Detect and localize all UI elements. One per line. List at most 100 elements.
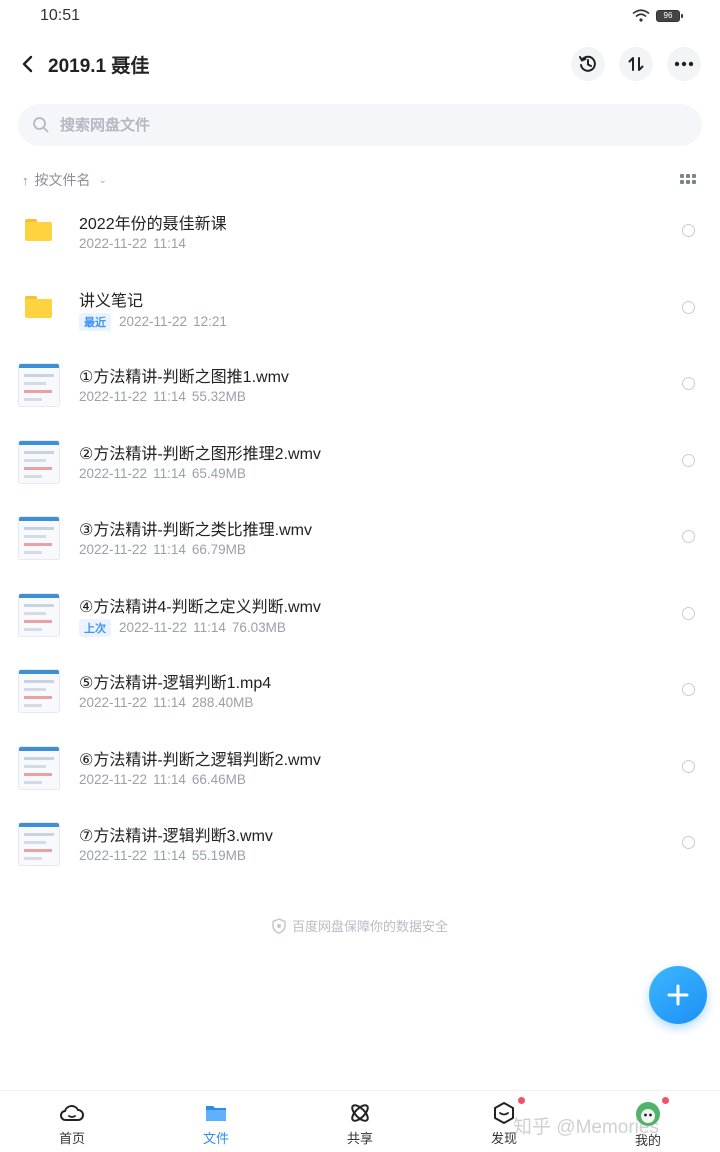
- file-time: 11:14: [153, 542, 186, 557]
- battery-icon: 96: [656, 9, 683, 22]
- file-meta: 最近 2022-11-22 12:21: [79, 312, 227, 331]
- sort-up-arrow-icon: ↑: [22, 172, 29, 188]
- recent-tag: 最近: [79, 312, 111, 331]
- grid-view-icon: [680, 174, 684, 178]
- search-box[interactable]: [18, 104, 702, 146]
- tab-home[interactable]: 首页: [32, 1101, 112, 1147]
- status-icons: 96: [632, 9, 683, 22]
- file-date: 2022-11-22: [79, 771, 148, 787]
- video-thumbnail: [18, 822, 60, 866]
- list-item[interactable]: 讲义笔记 最近 2022-11-22 12:21: [0, 271, 720, 348]
- history-button[interactable]: [571, 47, 605, 81]
- file-name: ⑦方法精讲-逻辑判断3.wmv: [79, 828, 273, 845]
- select-checkbox[interactable]: [682, 224, 695, 237]
- select-checkbox[interactable]: [682, 759, 695, 773]
- file-date: 2022-11-22: [79, 542, 148, 557]
- file-time: 11:14: [193, 620, 226, 635]
- file-time: 11:14: [153, 771, 186, 787]
- tab-files[interactable]: 文件: [176, 1101, 256, 1147]
- select-checkbox[interactable]: [682, 606, 695, 620]
- plus-icon: [667, 984, 689, 1006]
- folder-icon: [25, 295, 52, 318]
- tab-label: 共享: [346, 1131, 373, 1146]
- status-time: 10:51: [40, 7, 81, 24]
- file-name: ①方法精讲-判断之图推1.wmv: [79, 369, 289, 386]
- select-checkbox[interactable]: [682, 530, 695, 543]
- file-meta: 2022-11-22 11:14 65.49MB: [79, 466, 246, 481]
- share-icon: [351, 1104, 369, 1122]
- add-button[interactable]: [649, 966, 707, 1024]
- search-input[interactable]: [60, 104, 660, 146]
- video-thumbnail: [18, 669, 60, 713]
- list-item[interactable]: ⑦方法精讲-逻辑判断3.wmv 2022-11-22 11:14 55.19MB: [0, 806, 720, 883]
- file-time: 12:21: [193, 314, 227, 329]
- file-time: 11:14: [153, 695, 186, 710]
- file-meta: 2022-11-22 11:14: [79, 236, 186, 251]
- file-size: 55.19MB: [191, 848, 246, 863]
- file-name: ③方法精讲-判断之类比推理.wmv: [79, 522, 313, 539]
- file-name: 讲义笔记: [79, 292, 144, 310]
- more-dots-icon: [674, 61, 694, 67]
- video-thumbnail: [18, 516, 60, 560]
- file-date: 2022-11-22: [79, 695, 148, 710]
- list-item[interactable]: ③方法精讲-判断之类比推理.wmv 2022-11-22 11:14 66.79…: [0, 500, 720, 577]
- more-button[interactable]: [667, 47, 701, 81]
- list-item[interactable]: ⑥方法精讲-判断之逻辑判断2.wmv 2022-11-22 11:14 66.4…: [0, 730, 720, 807]
- tab-share[interactable]: 共享: [320, 1101, 400, 1147]
- file-date: 2022-11-22: [79, 236, 148, 251]
- file-meta: 2022-11-22 11:14 55.19MB: [79, 848, 246, 863]
- file-date: 2022-11-22: [79, 389, 148, 404]
- folder-icon: [25, 219, 52, 241]
- chevron-left-icon: [22, 55, 33, 73]
- shield-icon: [272, 917, 286, 934]
- sort-label: 按文件名: [34, 172, 91, 188]
- notification-dot: [662, 1097, 669, 1104]
- watermark: 知乎 @Memories: [513, 1117, 659, 1138]
- list-item[interactable]: ④方法精讲4-判断之定义判断.wmv 上次 2022-11-22 11:14 7…: [0, 577, 720, 654]
- sort-arrows-icon: [628, 57, 644, 71]
- file-size: 66.46MB: [191, 771, 246, 787]
- back-button[interactable]: [14, 50, 42, 78]
- file-time: 11:14: [153, 465, 186, 481]
- file-name: ⑤方法精讲-逻辑判断1.mp4: [79, 675, 272, 692]
- file-size: 76.03MB: [231, 620, 286, 635]
- file-meta: 2022-11-22 11:14 66.46MB: [79, 772, 246, 787]
- list-item[interactable]: ②方法精讲-判断之图形推理2.wmv 2022-11-22 11:14 65.4…: [0, 424, 720, 501]
- select-checkbox[interactable]: [682, 453, 695, 467]
- file-size: 288.40MB: [191, 695, 254, 710]
- file-time: 11:14: [153, 236, 186, 251]
- wifi-icon: [632, 9, 650, 22]
- select-checkbox[interactable]: [682, 683, 695, 696]
- grid-view-button[interactable]: [680, 174, 696, 186]
- tab-label: 文件: [202, 1131, 229, 1146]
- file-date: 2022-11-22: [79, 465, 148, 481]
- status-bar: 10:51 96: [0, 0, 720, 36]
- select-checkbox[interactable]: [682, 300, 695, 314]
- file-size: 55.32MB: [191, 389, 246, 404]
- notification-dot: [518, 1097, 525, 1104]
- file-meta: 2022-11-22 11:14 288.40MB: [79, 695, 253, 710]
- last-viewed-tag: 上次: [79, 618, 111, 637]
- select-checkbox[interactable]: [682, 377, 695, 390]
- sort-order-button[interactable]: [619, 47, 653, 81]
- sort-selector[interactable]: ↑ 按文件名 ⌄: [22, 170, 107, 190]
- file-date: 2022-11-22: [119, 620, 188, 635]
- page-title: 2019.1 聂佳: [48, 56, 150, 77]
- security-note-text: 百度网盘保障你的数据安全: [291, 919, 448, 934]
- video-thumbnail: [18, 363, 60, 407]
- file-list: 2022年份的聂佳新课 2022-11-22 11:14 讲义笔记 最近 202…: [0, 194, 720, 883]
- list-item[interactable]: 2022年份的聂佳新课 2022-11-22 11:14: [0, 194, 720, 271]
- file-name: ⑥方法精讲-判断之逻辑判断2.wmv: [79, 751, 321, 769]
- video-thumbnail: [18, 745, 60, 790]
- chevron-down-icon: ⌄: [98, 174, 107, 186]
- file-name: ②方法精讲-判断之图形推理2.wmv: [79, 445, 321, 463]
- file-name: 2022年份的聂佳新课: [79, 216, 227, 233]
- list-item[interactable]: ①方法精讲-判断之图推1.wmv 2022-11-22 11:14 55.32M…: [0, 347, 720, 424]
- video-thumbnail: [18, 592, 60, 637]
- list-item[interactable]: ⑤方法精讲-逻辑判断1.mp4 2022-11-22 11:14 288.40M…: [0, 653, 720, 730]
- security-note: 百度网盘保障你的数据安全: [0, 916, 720, 935]
- file-date: 2022-11-22: [79, 848, 148, 863]
- select-checkbox[interactable]: [682, 836, 695, 849]
- folder-icon: [206, 1106, 226, 1121]
- file-meta: 2022-11-22 11:14 55.32MB: [79, 389, 246, 404]
